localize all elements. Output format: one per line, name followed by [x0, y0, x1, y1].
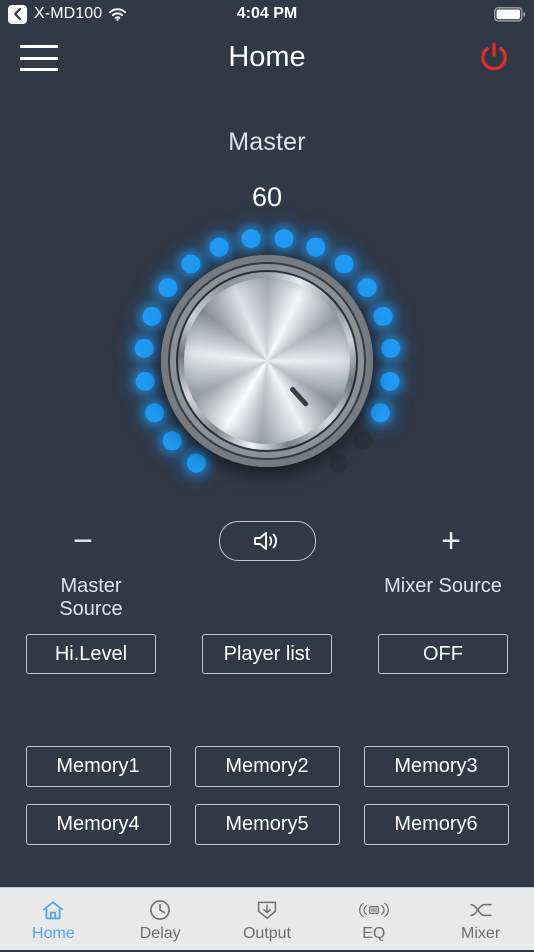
- knob-led-on: [209, 237, 229, 257]
- knob-led-on: [334, 254, 354, 273]
- mixer-shuffle-icon: [469, 899, 493, 921]
- knob-led-on: [379, 371, 399, 391]
- hamburger-line: [20, 56, 58, 60]
- mixer-source-button[interactable]: OFF: [378, 634, 508, 674]
- tab-delay[interactable]: Delay: [107, 886, 214, 952]
- knob-led-on: [180, 254, 200, 273]
- battery-full-icon: [494, 6, 526, 22]
- knob-bezel[interactable]: [161, 255, 373, 467]
- tab-home[interactable]: Home: [0, 886, 107, 952]
- clock-icon: [149, 899, 171, 921]
- knob-led-on: [135, 371, 155, 391]
- power-icon[interactable]: [474, 37, 514, 77]
- eq-signal-icon: [358, 899, 389, 921]
- tab-output[interactable]: Output: [214, 886, 321, 952]
- master-volume-knob[interactable]: [117, 228, 417, 491]
- knob-led-on: [305, 237, 325, 257]
- memory-preset-button[interactable]: Memory3: [363, 746, 509, 787]
- volume-control-row: − +: [0, 521, 534, 561]
- main-content: Master 60 − + Master Source Mixer Source…: [0, 86, 534, 887]
- knob-led-on: [134, 338, 154, 358]
- knob-led-on: [273, 228, 293, 248]
- app-root: X-MD100 4:04 PM Home Master 60 − + Maste…: [0, 0, 534, 950]
- tab-label: EQ: [362, 925, 386, 942]
- knob-led-off: [328, 453, 348, 473]
- knob-led-on: [141, 306, 161, 326]
- master-value: 60: [251, 182, 283, 212]
- memory-preset-button[interactable]: Memory4: [25, 804, 171, 845]
- tab-label: Mixer: [461, 925, 501, 942]
- master-source-button[interactable]: Hi.Level: [26, 634, 156, 674]
- master-source-label: Master Source: [59, 575, 123, 620]
- knob-led-on: [370, 402, 390, 422]
- volume-decrement-button[interactable]: −: [56, 524, 110, 558]
- player-list-button[interactable]: Player list: [202, 634, 332, 674]
- wifi-icon: [109, 7, 127, 21]
- page-title: Home: [228, 40, 306, 73]
- knob-face: [184, 278, 350, 444]
- tab-label: Home: [32, 925, 75, 942]
- knob-led-on: [373, 306, 393, 326]
- back-to-app-button[interactable]: [8, 4, 27, 24]
- output-download-icon: [256, 899, 278, 921]
- status-bar-left: X-MD100: [8, 4, 127, 24]
- carrier-label: X-MD100: [34, 5, 103, 22]
- speaker-mute-button[interactable]: [218, 521, 316, 561]
- tab-eq[interactable]: EQ: [320, 886, 427, 952]
- tab-mixer[interactable]: Mixer: [427, 886, 534, 952]
- knob-led-on: [186, 453, 206, 473]
- knob-led-on: [162, 430, 182, 450]
- speaker-volume-icon: [252, 529, 282, 553]
- knob-pointer-indicator: [289, 386, 310, 408]
- knob-led-off: [352, 430, 372, 450]
- memory-preset-button[interactable]: Memory1: [25, 746, 171, 787]
- knob-led-on: [144, 402, 164, 422]
- hamburger-menu-icon[interactable]: [20, 43, 58, 71]
- source-label-row: Master Source Mixer Source: [0, 575, 534, 621]
- knob-led-on: [157, 277, 177, 297]
- master-label: Master: [228, 128, 306, 156]
- status-bar: X-MD100 4:04 PM: [0, 0, 534, 28]
- hamburger-line: [20, 45, 58, 48]
- memory-preset-grid: Memory1 Memory2 Memory3 Memory4 Memory5 …: [0, 746, 534, 845]
- knob-led-on: [357, 277, 377, 297]
- volume-increment-button[interactable]: +: [424, 524, 478, 558]
- mixer-source-label: Mixer Source: [384, 575, 502, 597]
- knob-led-on: [241, 228, 261, 248]
- navigation-bar: Home: [0, 28, 534, 86]
- tab-label: Output: [242, 925, 291, 942]
- bottom-tab-bar: Home Delay Output EQ Mixer: [0, 887, 534, 950]
- memory-preset-button[interactable]: Memory2: [194, 746, 340, 787]
- home-icon: [42, 899, 64, 921]
- tab-label: Delay: [139, 925, 181, 942]
- knob-led-on: [380, 338, 400, 358]
- memory-preset-button[interactable]: Memory6: [363, 804, 509, 845]
- source-button-row: Hi.Level Player list OFF: [0, 634, 534, 674]
- status-bar-right: [494, 6, 526, 22]
- hamburger-line: [20, 68, 58, 71]
- memory-preset-button[interactable]: Memory5: [194, 804, 340, 845]
